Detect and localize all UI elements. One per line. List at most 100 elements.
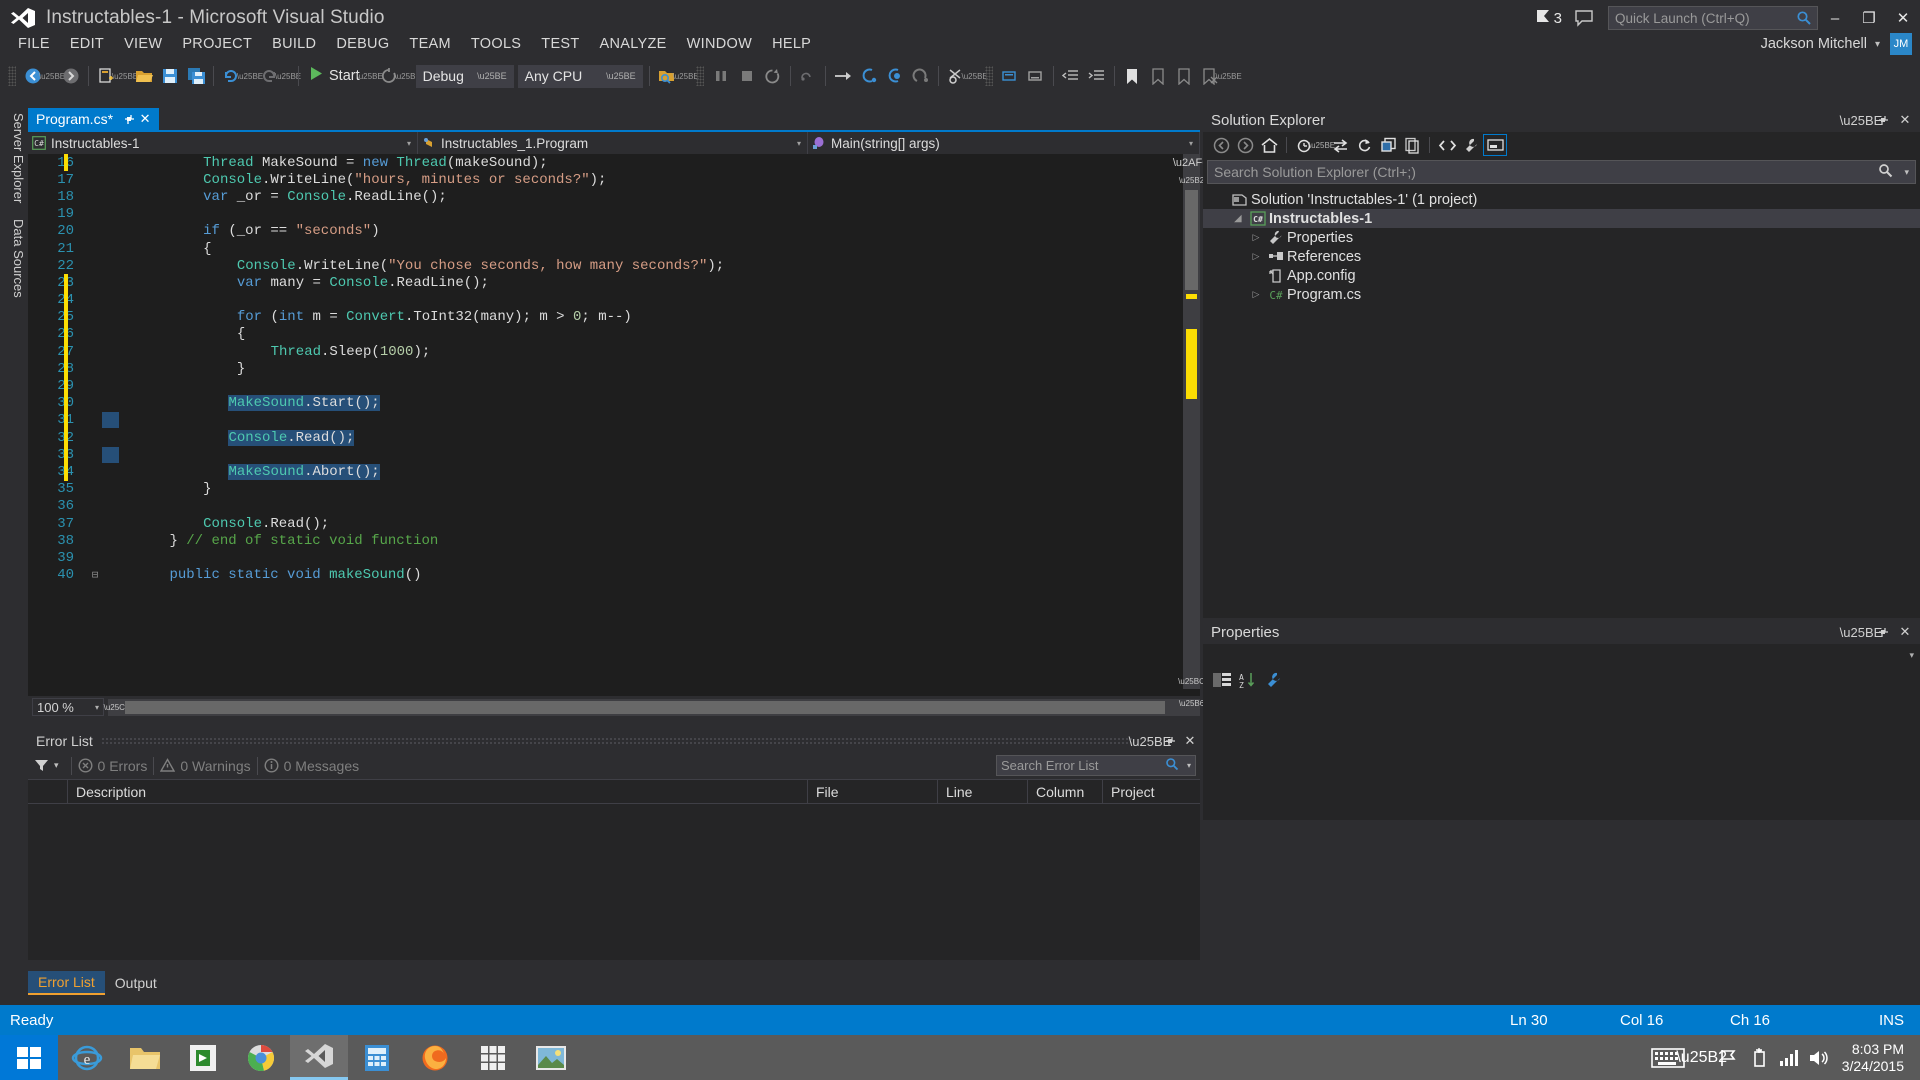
menu-debug[interactable]: DEBUG <box>326 33 399 55</box>
taskbar-visual-studio-icon[interactable] <box>290 1035 348 1080</box>
column-description[interactable]: Description <box>68 779 808 804</box>
dropdown-icon[interactable]: \u25BE <box>1840 620 1883 644</box>
save-icon[interactable] <box>157 63 183 89</box>
quick-launch-input[interactable]: Quick Launch (Ctrl+Q) <box>1608 6 1818 30</box>
column-column[interactable]: Column <box>1028 779 1103 804</box>
column-file[interactable]: File <box>808 779 938 804</box>
restart-dropdown[interactable]: \u25BE <box>395 63 421 89</box>
code-line[interactable]: 27 Thread.Sleep(1000); <box>28 343 1200 361</box>
scrollbar-thumb[interactable] <box>1185 190 1198 290</box>
tab-output[interactable]: Output <box>105 971 167 995</box>
chevron-down-icon[interactable]: ▾ <box>1875 39 1880 50</box>
errors-count[interactable]: 0 Errors <box>78 758 147 774</box>
code-line[interactable]: 35} <box>28 481 1200 498</box>
pin-icon[interactable] <box>1872 620 1894 644</box>
column-project[interactable]: Project <box>1103 780 1199 804</box>
taskbar-firefox-icon[interactable] <box>406 1035 464 1080</box>
breakpoints-dropdown[interactable]: \u25BE <box>962 63 988 89</box>
property-pages-icon[interactable] <box>1261 668 1287 692</box>
zoom-level-dropdown[interactable]: 100 % ▾ <box>32 698 104 716</box>
expander-icon[interactable]: ◢ <box>1229 213 1247 224</box>
forward-icon[interactable] <box>1233 134 1257 156</box>
toolbar-overflow-icon[interactable]: \u25BE <box>1216 63 1242 89</box>
sidebar-tab-data-sources[interactable]: Data Sources <box>0 211 26 306</box>
categorized-icon[interactable] <box>1209 668 1235 692</box>
outline-toggle-icon[interactable]: ⊟ <box>88 568 102 582</box>
properties-object-selector[interactable]: ▾ <box>1203 644 1920 666</box>
menu-view[interactable]: VIEW <box>114 33 172 55</box>
code-text-area[interactable]: 16Thread MakeSound = new Thread(makeSoun… <box>28 154 1200 689</box>
close-icon[interactable]: ✕ <box>1894 108 1916 132</box>
chevron-down-icon[interactable]: ▾ <box>1187 761 1191 770</box>
refresh-icon[interactable] <box>1352 134 1376 156</box>
close-icon[interactable]: ✕ <box>1180 730 1200 752</box>
home-icon[interactable] <box>1257 134 1281 156</box>
properties-icon[interactable] <box>1459 134 1483 156</box>
chevron-down-icon[interactable]: ▾ <box>1904 167 1909 178</box>
code-line[interactable]: 29 <box>28 377 1200 395</box>
column-line[interactable]: Line <box>938 779 1028 804</box>
preview-selected-items-icon[interactable] <box>1483 134 1507 156</box>
dropdown-icon[interactable]: \u25BE <box>1129 730 1172 752</box>
menu-file[interactable]: FILE <box>8 33 60 55</box>
menu-analyze[interactable]: ANALYZE <box>590 33 677 55</box>
editor-split-handle[interactable]: \u2AFC <box>1173 154 1210 172</box>
undo-dropdown[interactable]: \u25BE <box>237 63 263 89</box>
filter-button[interactable]: ▾ <box>28 758 65 773</box>
windows-start-icon[interactable] <box>0 1035 58 1080</box>
taskbar-photos-icon[interactable] <box>522 1035 580 1080</box>
error-list-search-input[interactable]: Search Error List ▾ <box>996 755 1196 776</box>
toolbar-grip[interactable] <box>8 66 16 86</box>
code-line[interactable]: 40 ⊟ public static void makeSound() <box>28 567 1200 584</box>
nav-type-dropdown[interactable]: Instructables_1.Program ▾ <box>418 132 808 154</box>
toolbar-grip-3[interactable] <box>984 66 993 86</box>
user-account-area[interactable]: Jackson Mitchell ▾ JM <box>1761 31 1912 57</box>
sidebar-tab-server-explorer[interactable]: Server Explorer <box>0 105 26 211</box>
menu-test[interactable]: TEST <box>531 33 589 55</box>
toolbar-grip-2[interactable] <box>695 66 704 86</box>
solution-tree-item-references[interactable]: ▷ References <box>1203 247 1920 266</box>
volume-icon[interactable] <box>1804 1035 1834 1080</box>
open-file-icon[interactable] <box>131 63 157 89</box>
start-dropdown[interactable]: \u25BE <box>357 63 383 89</box>
show-hidden-icons-icon[interactable]: \u25B2 <box>1676 1035 1727 1080</box>
battery-icon[interactable] <box>1744 1035 1774 1080</box>
code-line[interactable]: 26 { <box>28 325 1200 344</box>
solution-tree-item-program-cs[interactable]: ▷ C# Program.cs <box>1203 285 1920 304</box>
scroll-left-arrow-icon[interactable]: \u25C0 <box>104 699 130 716</box>
code-line[interactable]: 16Thread MakeSound = new Thread(makeSoun… <box>28 154 1200 172</box>
taskbar-calculator-icon[interactable] <box>348 1035 406 1080</box>
editor-horizontal-scrollbar[interactable]: \u25C0 \u25B6 <box>104 698 1204 716</box>
taskbar-apps-grid-icon[interactable] <box>464 1035 522 1080</box>
code-line[interactable]: 22 Console.WriteLine("You chose seconds, … <box>28 257 1200 274</box>
pin-icon[interactable] <box>121 114 137 125</box>
close-icon[interactable]: ✕ <box>137 111 153 127</box>
code-line[interactable]: 25 for (int m = Convert.ToInt32(many); m … <box>28 308 1200 326</box>
taskbar-internet-explorer-icon[interactable]: e <box>58 1035 116 1080</box>
code-line[interactable]: 20 if (_or == "seconds") <box>28 223 1200 240</box>
show-all-files-icon[interactable] <box>1400 134 1424 156</box>
menu-project[interactable]: PROJECT <box>172 33 262 55</box>
panel-drag-handle[interactable] <box>100 737 1132 745</box>
pending-changes-dropdown[interactable]: \u25BE <box>1309 134 1335 156</box>
step-over-icon[interactable] <box>882 63 908 89</box>
view-code-icon[interactable] <box>1435 134 1459 156</box>
flag-action-center-icon[interactable] <box>1714 1035 1744 1080</box>
bookmark-icon[interactable] <box>1119 63 1145 89</box>
menu-help[interactable]: HELP <box>762 33 821 55</box>
code-line[interactable]: 32 Console.Read(); <box>28 429 1200 447</box>
code-line[interactable]: 33 <box>28 446 1200 464</box>
menu-window[interactable]: WINDOW <box>677 33 762 55</box>
tab-error-list[interactable]: Error List <box>28 971 105 995</box>
code-line[interactable]: 38} // end of static void function <box>28 532 1200 549</box>
code-line[interactable]: 17 Console.WriteLine("hours, minutes or s… <box>28 171 1200 188</box>
feedback-balloon-icon[interactable] <box>1574 9 1594 27</box>
sync-with-active-document-icon[interactable] <box>1328 134 1352 156</box>
nav-project-dropdown[interactable]: C# Instructables-1 ▾ <box>28 132 418 154</box>
solution-tree-item-properties[interactable]: ▷ Properties <box>1203 228 1920 247</box>
pin-icon[interactable] <box>1872 108 1894 132</box>
find-dropdown[interactable]: \u25BE <box>673 63 699 89</box>
dropdown-icon[interactable]: \u25BE <box>1840 108 1883 132</box>
pin-icon[interactable] <box>1160 730 1180 752</box>
code-line[interactable]: 24 <box>28 291 1200 309</box>
